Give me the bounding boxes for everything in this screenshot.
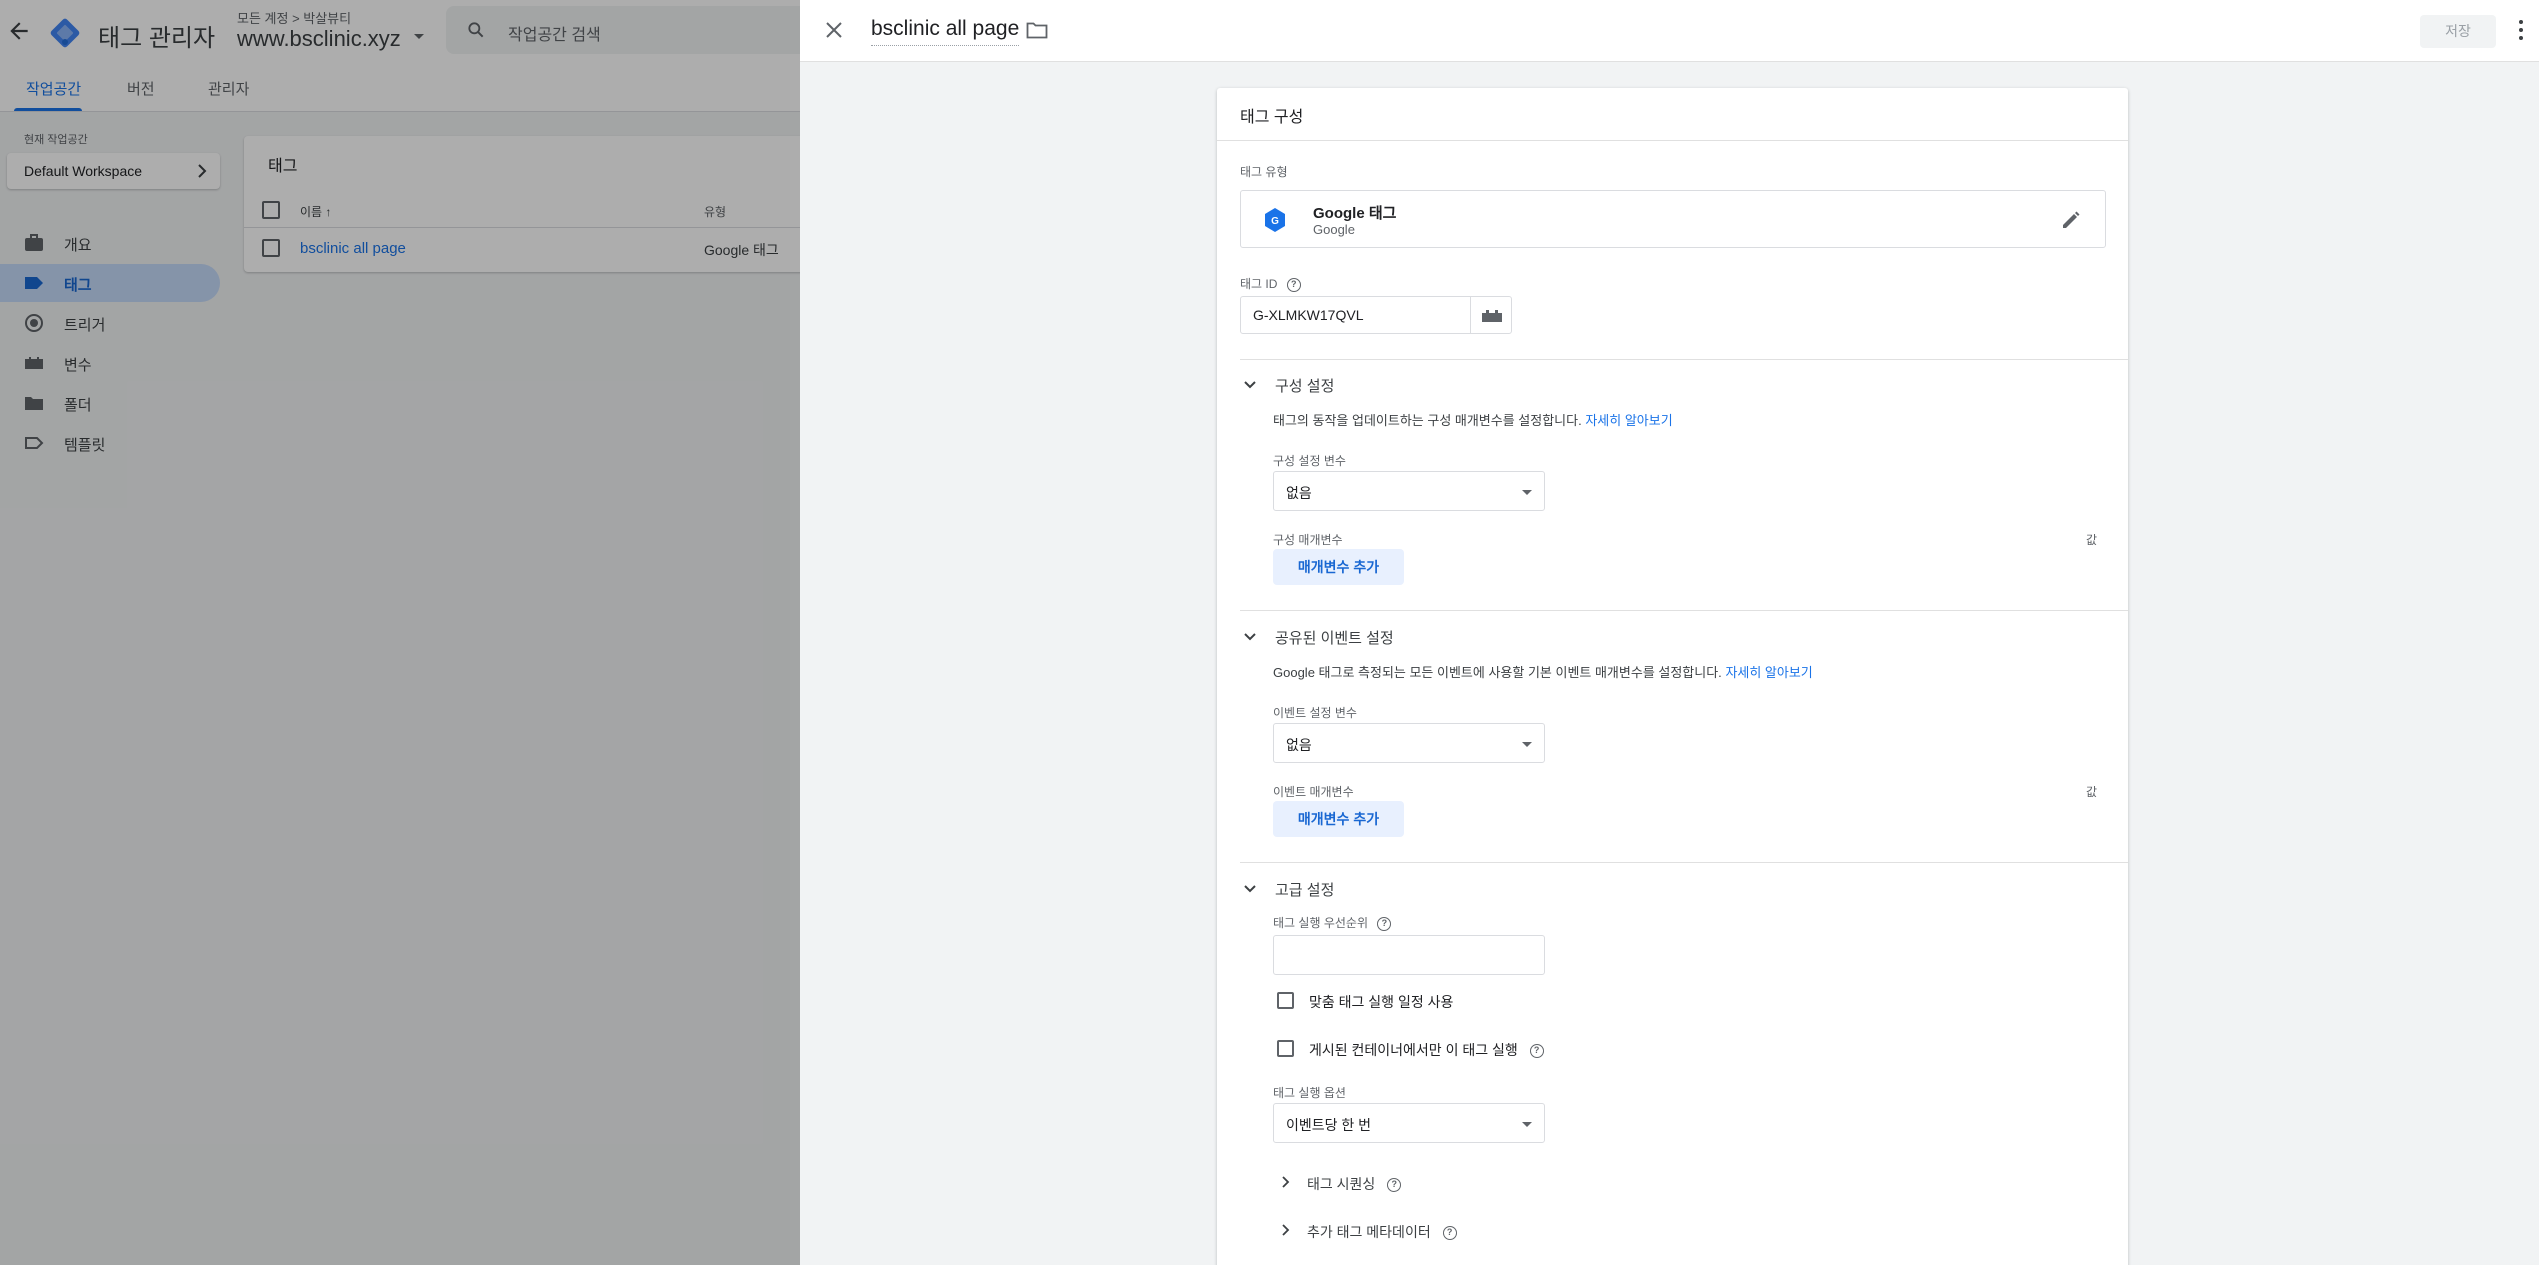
- checkbox-label: 게시된 컨테이너에서만 이 태그 실행 ?: [1309, 1040, 1544, 1060]
- close-icon[interactable]: [824, 20, 844, 40]
- firing-option-dropdown[interactable]: 이벤트당 한 번: [1273, 1103, 1545, 1143]
- checkbox[interactable]: [1277, 992, 1294, 1009]
- chevron-down-icon[interactable]: [1242, 881, 1258, 897]
- learn-more-link[interactable]: 자세히 알아보기: [1725, 665, 1812, 680]
- event-variable-label: 이벤트 설정 변수: [1273, 706, 1357, 720]
- tag-editor-sheet: bsclinic all page 저장 태그 구성 태그 유형 G Googl…: [800, 0, 2539, 1265]
- priority-label-row: 태그 실행 우선순위 ?: [1273, 914, 1392, 931]
- tag-id-label: 태그 ID: [1240, 277, 1278, 291]
- divider: [1240, 359, 2128, 360]
- learn-more-link[interactable]: 자세히 알아보기: [1585, 413, 1672, 428]
- divider: [1217, 140, 2128, 141]
- config-variable-dropdown[interactable]: 없음: [1273, 471, 1545, 511]
- firing-option-label: 태그 실행 옵션: [1273, 1086, 1346, 1100]
- chevron-right-icon: [1282, 1176, 1290, 1188]
- tag-type-selector[interactable]: G Google 태그 Google: [1240, 190, 2106, 248]
- chevron-down-icon[interactable]: [1242, 377, 1258, 393]
- priority-label: 태그 실행 우선순위: [1273, 916, 1368, 930]
- config-section-desc: 태그의 동작을 업데이트하는 구성 매개변수를 설정합니다.: [1273, 413, 1582, 428]
- google-tag-icon: G: [1265, 208, 1285, 232]
- svg-text:G: G: [1271, 216, 1279, 227]
- event-section-title[interactable]: 공유된 이벤트 설정: [1275, 627, 1394, 648]
- help-icon[interactable]: ?: [1387, 1178, 1402, 1193]
- variable-brick-icon: [1482, 310, 1502, 322]
- help-icon[interactable]: ?: [1377, 916, 1392, 931]
- tag-type-vendor: Google: [1313, 222, 1355, 237]
- edit-pencil-icon[interactable]: [2060, 209, 2082, 231]
- card-title: 태그 구성: [1240, 109, 1304, 126]
- priority-input[interactable]: [1273, 935, 1545, 975]
- tag-metadata-label: 추가 태그 메타데이터: [1307, 1224, 1431, 1240]
- tag-id-input[interactable]: G-XLMKW17QVL: [1240, 296, 1471, 334]
- event-variable-dropdown[interactable]: 없음: [1273, 723, 1545, 763]
- help-icon[interactable]: ?: [1286, 277, 1301, 292]
- published-only-checkbox[interactable]: 게시된 컨테이너에서만 이 태그 실행 ?: [1277, 1038, 1577, 1060]
- chevron-down-icon[interactable]: [1242, 629, 1258, 645]
- tag-type-label: 태그 유형: [1240, 165, 1288, 179]
- dropdown-value: 없음: [1286, 485, 1312, 501]
- event-params-label: 이벤트 매개변수: [1273, 785, 1354, 799]
- value-column-label: 값: [2086, 533, 2098, 547]
- config-section-title[interactable]: 구성 설정: [1275, 375, 1334, 396]
- value-column-label: 값: [2086, 785, 2098, 799]
- chevron-right-icon: [1282, 1224, 1290, 1236]
- help-icon[interactable]: ?: [1529, 1044, 1544, 1059]
- divider: [1240, 610, 2128, 611]
- dropdown-value: 이벤트당 한 번: [1286, 1117, 1372, 1133]
- dropdown-value: 없음: [1286, 737, 1312, 753]
- tag-configuration-card: 태그 구성 태그 유형 G Google 태그 Google 태그 ID ? G…: [1217, 88, 2128, 1265]
- help-icon[interactable]: ?: [1442, 1226, 1457, 1241]
- expander-label: 추가 태그 메타데이터 ?: [1307, 1222, 1457, 1242]
- sheet-header: bsclinic all page 저장: [800, 0, 2539, 62]
- config-variable-label: 구성 설정 변수: [1273, 454, 1346, 468]
- tag-id-label-row: 태그 ID ?: [1240, 275, 1301, 292]
- event-section-desc: Google 태그로 측정되는 모든 이벤트에 사용할 기본 이벤트 매개변수를…: [1273, 665, 1722, 680]
- expander-label: 태그 시퀀싱 ?: [1307, 1174, 1402, 1194]
- caret-down-icon: [1522, 490, 1532, 495]
- tag-sequencing-label: 태그 시퀀싱: [1307, 1176, 1376, 1192]
- add-config-parameter-button[interactable]: 매개변수 추가: [1273, 549, 1404, 585]
- tag-type-name: Google 태그: [1313, 205, 1397, 222]
- caret-down-icon: [1522, 1122, 1532, 1127]
- event-section-desc-row: Google 태그로 측정되는 모든 이벤트에 사용할 기본 이벤트 매개변수를…: [1273, 662, 1813, 681]
- caret-down-icon: [1522, 742, 1532, 747]
- tag-sequencing-expander[interactable]: 태그 시퀀싱 ?: [1279, 1172, 1479, 1194]
- divider: [1240, 862, 2128, 863]
- config-section-desc-row: 태그의 동작을 업데이트하는 구성 매개변수를 설정합니다. 자세히 알아보기: [1273, 410, 1673, 429]
- config-params-label: 구성 매개변수: [1273, 533, 1343, 547]
- insert-variable-button[interactable]: [1470, 296, 1512, 334]
- checkbox[interactable]: [1277, 1040, 1294, 1057]
- advanced-section-title[interactable]: 고급 설정: [1275, 879, 1334, 900]
- published-only-label: 게시된 컨테이너에서만 이 태그 실행: [1309, 1042, 1518, 1058]
- tag-title-input[interactable]: bsclinic all page: [871, 17, 1020, 46]
- checkbox-label: 맞춤 태그 실행 일정 사용: [1309, 994, 1454, 1010]
- tag-metadata-expander[interactable]: 추가 태그 메타데이터 ?: [1279, 1220, 1519, 1242]
- folder-icon[interactable]: [1026, 20, 1048, 40]
- add-event-parameter-button[interactable]: 매개변수 추가: [1273, 801, 1404, 837]
- save-button[interactable]: 저장: [2420, 15, 2496, 48]
- more-vert-icon[interactable]: [2518, 18, 2524, 42]
- modal-scrim[interactable]: [0, 0, 800, 1265]
